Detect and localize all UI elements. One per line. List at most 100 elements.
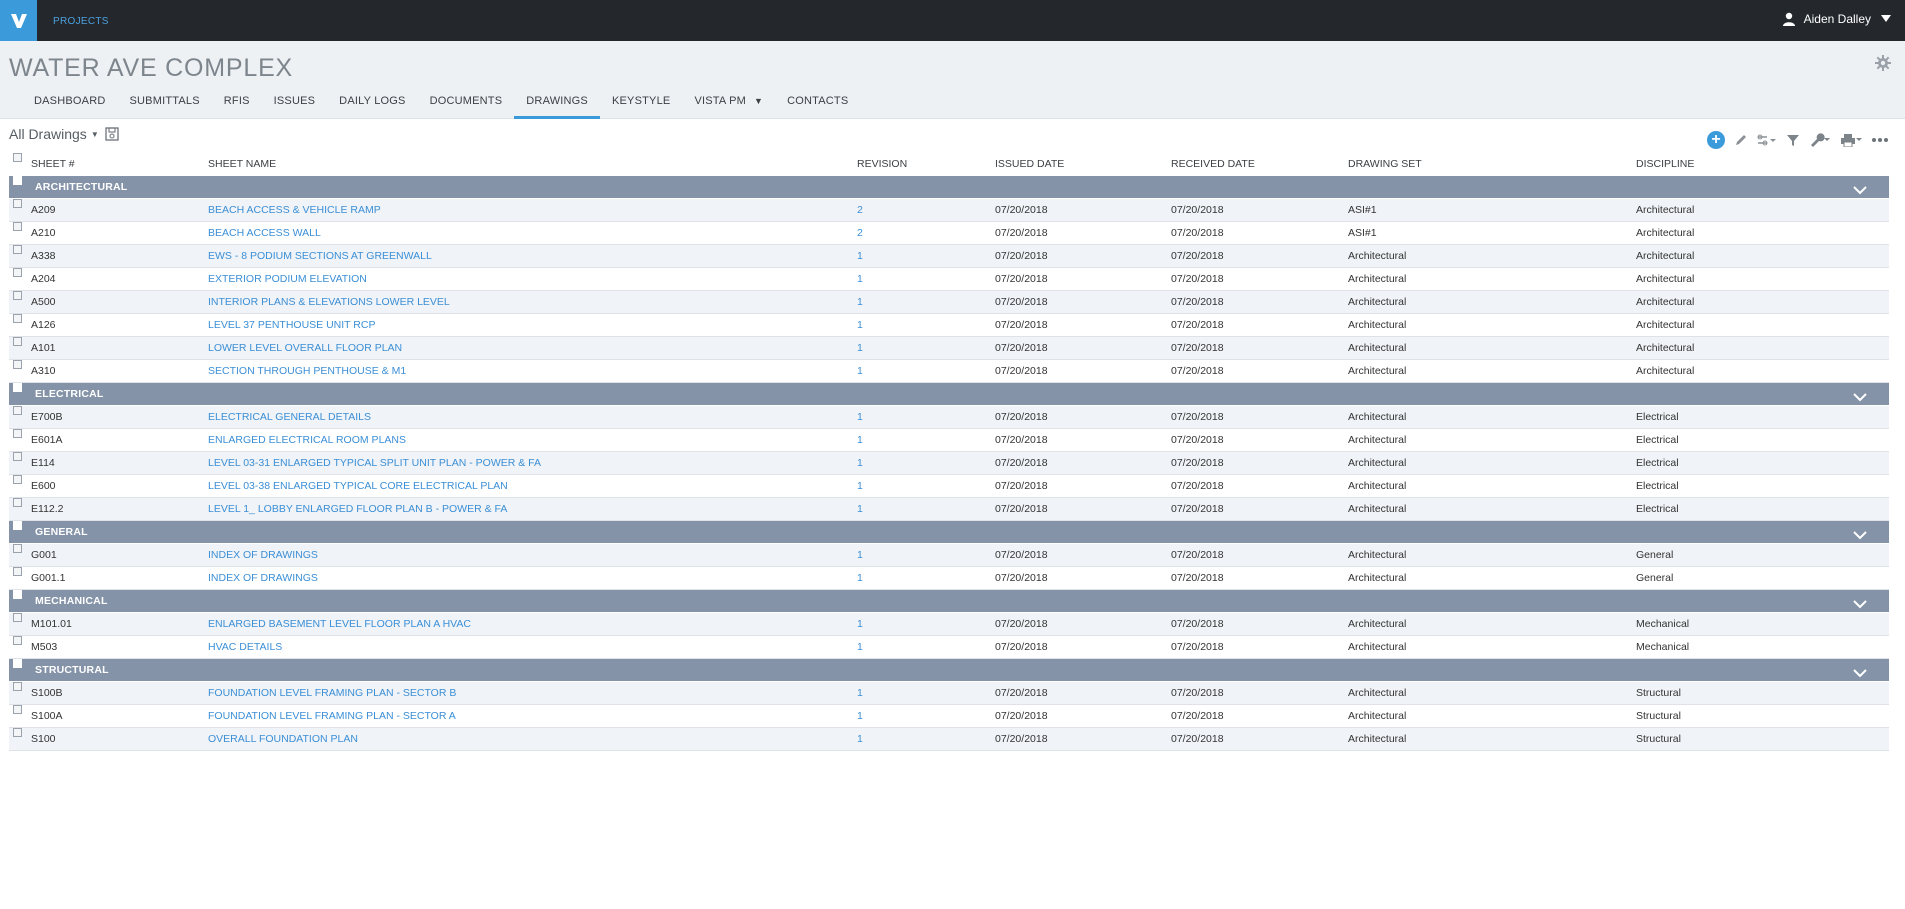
more-button[interactable] (1871, 137, 1889, 143)
sheet-name-link[interactable]: ENLARGED BASEMENT LEVEL FLOOR PLAN A HVA… (208, 613, 471, 635)
revision-link[interactable]: 1 (857, 636, 863, 658)
sheet-name-link[interactable]: EXTERIOR PODIUM ELEVATION (208, 268, 367, 290)
revision-link[interactable]: 1 (857, 314, 863, 336)
sheet-name-link[interactable]: LEVEL 1_ LOBBY ENLARGED FLOOR PLAN B - P… (208, 498, 507, 520)
row-checkbox[interactable] (13, 567, 22, 576)
group-header[interactable]: GENERAL (9, 521, 1889, 544)
revision-link[interactable]: 1 (857, 544, 863, 566)
tab-documents[interactable]: DOCUMENTS (418, 93, 515, 119)
sheet-name-link[interactable]: FOUNDATION LEVEL FRAMING PLAN - SECTOR B (208, 682, 456, 704)
filter-button[interactable] (1786, 133, 1800, 147)
tab-daily-logs[interactable]: DAILY LOGS (327, 93, 417, 119)
tab-vista-pm[interactable]: VISTA PM▼ (682, 93, 775, 119)
tab-keystyle[interactable]: KEYSTYLE (600, 93, 682, 119)
row-checkbox[interactable] (13, 406, 22, 415)
column-header-received-date[interactable]: RECEIVED DATE (1171, 153, 1255, 175)
table-row[interactable]: S100BFOUNDATION LEVEL FRAMING PLAN - SEC… (9, 682, 1889, 705)
revision-link[interactable]: 1 (857, 498, 863, 520)
table-row[interactable]: A209BEACH ACCESS & VEHICLE RAMP207/20/20… (9, 199, 1889, 222)
sheet-name-link[interactable]: HVAC DETAILS (208, 636, 282, 658)
group-checkbox[interactable] (13, 521, 22, 530)
revision-link[interactable]: 1 (857, 337, 863, 359)
revision-link[interactable]: 1 (857, 245, 863, 267)
sheet-name-link[interactable]: LEVEL 03-38 ENLARGED TYPICAL CORE ELECTR… (208, 475, 508, 497)
sheet-name-link[interactable]: EWS - 8 PODIUM SECTIONS AT GREENWALL (208, 245, 432, 267)
sheet-name-link[interactable]: SECTION THROUGH PENTHOUSE & M1 (208, 360, 406, 382)
row-checkbox[interactable] (13, 452, 22, 461)
table-row[interactable]: A101LOWER LEVEL OVERALL FLOOR PLAN107/20… (9, 337, 1889, 360)
revision-link[interactable]: 1 (857, 291, 863, 313)
row-checkbox[interactable] (13, 705, 22, 714)
sheet-name-link[interactable]: ELECTRICAL GENERAL DETAILS (208, 406, 371, 428)
row-checkbox[interactable] (13, 337, 22, 346)
revision-link[interactable]: 1 (857, 613, 863, 635)
sheet-name-link[interactable]: BEACH ACCESS WALL (208, 222, 321, 244)
revision-link[interactable]: 1 (857, 429, 863, 451)
row-checkbox[interactable] (13, 475, 22, 484)
tab-contacts[interactable]: CONTACTS (775, 93, 860, 119)
select-all-checkbox[interactable] (13, 153, 22, 162)
row-checkbox[interactable] (13, 613, 22, 622)
revision-link[interactable]: 2 (857, 199, 863, 221)
sheet-name-link[interactable]: BEACH ACCESS & VEHICLE RAMP (208, 199, 381, 221)
sheet-name-link[interactable]: LOWER LEVEL OVERALL FLOOR PLAN (208, 337, 402, 359)
tab-rfis[interactable]: RFIS (212, 93, 262, 119)
user-dropdown-caret-icon[interactable] (1881, 15, 1891, 23)
sheet-name-link[interactable]: INDEX OF DRAWINGS (208, 544, 318, 566)
revision-link[interactable]: 1 (857, 475, 863, 497)
group-header[interactable]: ELECTRICAL (9, 383, 1889, 406)
tools-button[interactable] (1809, 133, 1831, 147)
projects-link[interactable]: PROJECTS (53, 16, 109, 27)
column-header-sheet-num[interactable]: SHEET # (31, 153, 75, 175)
group-header[interactable]: MECHANICAL (9, 590, 1889, 613)
column-header-discipline[interactable]: DISCIPLINE (1636, 153, 1694, 175)
table-row[interactable]: A338EWS - 8 PODIUM SECTIONS AT GREENWALL… (9, 245, 1889, 268)
group-header[interactable]: ARCHITECTURAL (9, 176, 1889, 199)
save-view-icon[interactable] (105, 127, 119, 141)
user-menu[interactable]: Aiden Dalley (1782, 12, 1891, 26)
table-row[interactable]: G001INDEX OF DRAWINGS107/20/201807/20/20… (9, 544, 1889, 567)
sheet-name-link[interactable]: OVERALL FOUNDATION PLAN (208, 728, 358, 750)
sheet-name-link[interactable]: FOUNDATION LEVEL FRAMING PLAN - SECTOR A (208, 705, 456, 727)
table-row[interactable]: A500INTERIOR PLANS & ELEVATIONS LOWER LE… (9, 291, 1889, 314)
table-row[interactable]: M101.01ENLARGED BASEMENT LEVEL FLOOR PLA… (9, 613, 1889, 636)
revision-link[interactable]: 1 (857, 682, 863, 704)
row-checkbox[interactable] (13, 429, 22, 438)
table-row[interactable]: M503HVAC DETAILS107/20/201807/20/2018Arc… (9, 636, 1889, 659)
row-checkbox[interactable] (13, 498, 22, 507)
table-row[interactable]: E601AENLARGED ELECTRICAL ROOM PLANS107/2… (9, 429, 1889, 452)
row-checkbox[interactable] (13, 682, 22, 691)
revision-link[interactable]: 1 (857, 452, 863, 474)
add-drawing-button[interactable]: + (1707, 131, 1725, 149)
revision-link[interactable]: 1 (857, 705, 863, 727)
table-row[interactable]: A126LEVEL 37 PENTHOUSE UNIT RCP107/20/20… (9, 314, 1889, 337)
group-checkbox[interactable] (13, 383, 22, 392)
row-checkbox[interactable] (13, 636, 22, 645)
app-logo[interactable] (0, 0, 37, 41)
tab-dashboard[interactable]: DASHBOARD (22, 93, 117, 119)
sheet-name-link[interactable]: LEVEL 37 PENTHOUSE UNIT RCP (208, 314, 375, 336)
group-checkbox[interactable] (13, 659, 22, 668)
table-row[interactable]: A204EXTERIOR PODIUM ELEVATION107/20/2018… (9, 268, 1889, 291)
tab-drawings[interactable]: DRAWINGS (514, 93, 600, 119)
revision-link[interactable]: 1 (857, 268, 863, 290)
row-checkbox[interactable] (13, 728, 22, 737)
column-header-drawing-set[interactable]: DRAWING SET (1348, 153, 1422, 175)
sheet-name-link[interactable]: INDEX OF DRAWINGS (208, 567, 318, 589)
table-row[interactable]: G001.1INDEX OF DRAWINGS107/20/201807/20/… (9, 567, 1889, 590)
column-header-issued-date[interactable]: ISSUED DATE (995, 153, 1064, 175)
group-checkbox[interactable] (13, 176, 22, 185)
row-checkbox[interactable] (13, 199, 22, 208)
revision-link[interactable]: 2 (857, 222, 863, 244)
row-checkbox[interactable] (13, 291, 22, 300)
tab-issues[interactable]: ISSUES (262, 93, 328, 119)
group-header[interactable]: STRUCTURAL (9, 659, 1889, 682)
table-row[interactable]: E600LEVEL 03-38 ENLARGED TYPICAL CORE EL… (9, 475, 1889, 498)
table-row[interactable]: A310SECTION THROUGH PENTHOUSE & M1107/20… (9, 360, 1889, 383)
row-checkbox[interactable] (13, 268, 22, 277)
row-checkbox[interactable] (13, 222, 22, 231)
row-checkbox[interactable] (13, 544, 22, 553)
column-header-sheet-name[interactable]: SHEET NAME (208, 153, 276, 175)
table-row[interactable]: S100OVERALL FOUNDATION PLAN107/20/201807… (9, 728, 1889, 751)
revision-link[interactable]: 1 (857, 406, 863, 428)
